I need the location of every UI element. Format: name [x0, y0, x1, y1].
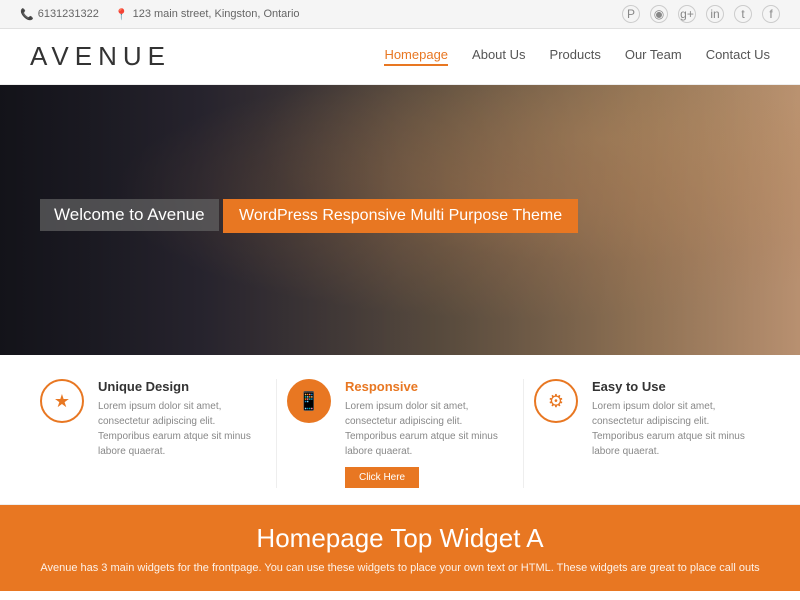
feature-unique-text: Unique Design Lorem ipsum dolor sit amet… [98, 379, 266, 459]
social-google[interactable]: g+ [678, 5, 696, 23]
hero-section: Welcome to Avenue WordPress Responsive M… [0, 85, 800, 355]
logo-text: AVENUE [30, 41, 171, 71]
social-linkedin[interactable]: in [706, 5, 724, 23]
hero-tagline: WordPress Responsive Multi Purpose Theme [223, 199, 578, 233]
homepage-widget: Homepage Top Widget A Avenue has 3 main … [0, 505, 800, 591]
feature-responsive-desc: Lorem ipsum dolor sit amet, consectetur … [345, 399, 513, 459]
feature-easy-title: Easy to Use [592, 379, 760, 394]
widget-title: Homepage Top Widget A [30, 523, 770, 554]
nav-team[interactable]: Our Team [625, 47, 682, 66]
social-twitter[interactable]: t [734, 5, 752, 23]
phone-icon: 📞 [20, 8, 34, 21]
hero-welcome-text: Welcome to Avenue [40, 199, 219, 231]
location-icon: 📍 [115, 8, 129, 21]
mobile-icon: 📱 [287, 379, 331, 423]
star-icon: ★ [40, 379, 84, 423]
main-nav: Homepage About Us Products Our Team Cont… [384, 47, 770, 66]
click-here-button[interactable]: Click Here [345, 467, 419, 488]
widget-description: Avenue has 3 main widgets for the frontp… [30, 560, 770, 577]
feature-responsive-text: Responsive Lorem ipsum dolor sit amet, c… [345, 379, 513, 488]
feature-easy-desc: Lorem ipsum dolor sit amet, consectetur … [592, 399, 760, 459]
social-links: P ◉ g+ in t f [622, 5, 780, 23]
nav-homepage[interactable]: Homepage [384, 47, 448, 66]
social-pinterest[interactable]: P [622, 5, 640, 23]
nav-contact[interactable]: Contact Us [706, 47, 770, 66]
feature-unique-desc: Lorem ipsum dolor sit amet, consectetur … [98, 399, 266, 459]
address-text: 123 main street, Kingston, Ontario [133, 8, 300, 20]
feature-responsive: 📱 Responsive Lorem ipsum dolor sit amet,… [276, 379, 523, 488]
header: AVENUE Homepage About Us Products Our Te… [0, 29, 800, 85]
features-section: ★ Unique Design Lorem ipsum dolor sit am… [0, 355, 800, 505]
feature-responsive-title: Responsive [345, 379, 513, 394]
top-bar-contact: 📞 6131231322 📍 123 main street, Kingston… [20, 8, 300, 21]
top-bar: 📞 6131231322 📍 123 main street, Kingston… [0, 0, 800, 29]
feature-unique-title: Unique Design [98, 379, 266, 394]
feature-easy-to-use: ⚙ Easy to Use Lorem ipsum dolor sit amet… [523, 379, 770, 488]
logo: AVENUE [30, 41, 171, 72]
feature-easy-text: Easy to Use Lorem ipsum dolor sit amet, … [592, 379, 760, 459]
phone-info: 📞 6131231322 [20, 8, 99, 21]
hero-content: Welcome to Avenue WordPress Responsive M… [0, 169, 618, 271]
social-youtube[interactable]: ◉ [650, 5, 668, 23]
address-info: 📍 123 main street, Kingston, Ontario [115, 8, 300, 21]
social-facebook[interactable]: f [762, 5, 780, 23]
nav-products[interactable]: Products [550, 47, 601, 66]
phone-number: 6131231322 [38, 8, 99, 20]
nav-about[interactable]: About Us [472, 47, 525, 66]
gear-icon: ⚙ [534, 379, 578, 423]
feature-unique-design: ★ Unique Design Lorem ipsum dolor sit am… [30, 379, 276, 488]
